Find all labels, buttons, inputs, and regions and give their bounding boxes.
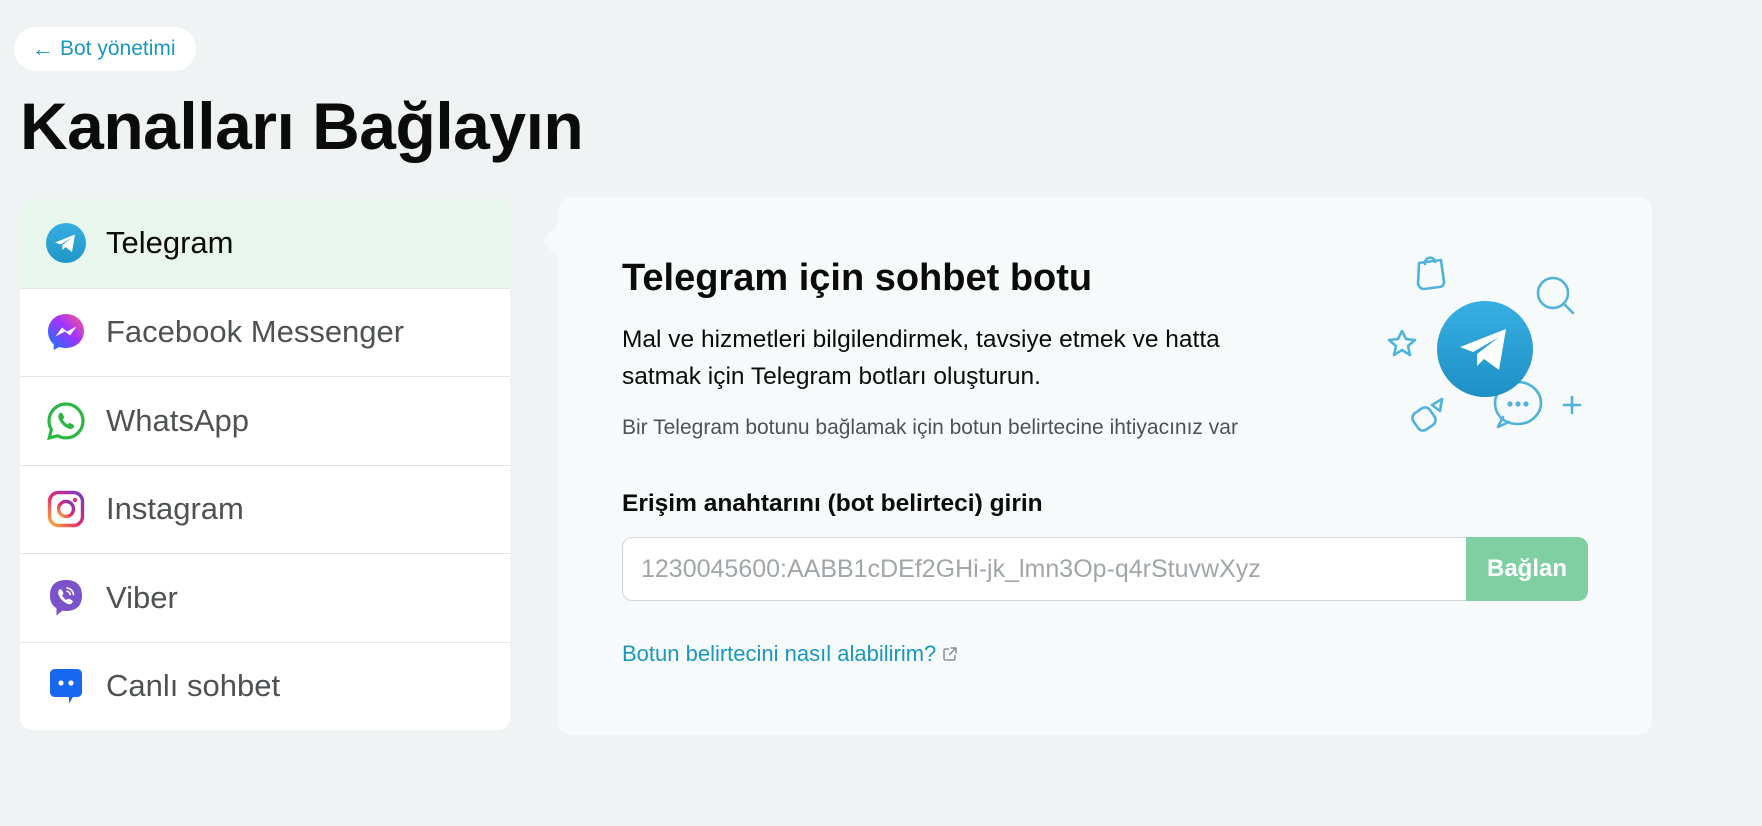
card-description: Mal ve hizmetleri bilgilendirmek, tavsiy… <box>622 326 1220 390</box>
back-link[interactable]: ← Bot yönetimi <box>14 27 196 71</box>
channel-label: WhatsApp <box>106 402 250 438</box>
help-link-label: Botun belirtecini nasıl alabilirim? <box>622 641 937 666</box>
channel-item-instagram[interactable]: Instagram <box>20 464 510 554</box>
live-chat-icon <box>50 669 82 704</box>
channel-item-whatsapp[interactable]: WhatsApp <box>20 376 510 465</box>
channel-setup-card: Telegram için sohbet botu Mal ve hizmetl… <box>542 197 1652 735</box>
token-input-group: Bağlan <box>622 537 1588 601</box>
channel-label: Instagram <box>106 491 244 527</box>
arrow-left-icon: ← <box>32 36 54 61</box>
channel-item-live-chat[interactable]: Canlı sohbet <box>20 641 510 731</box>
instagram-icon <box>47 491 85 528</box>
channel-item-viber[interactable]: Viber <box>20 553 510 642</box>
channel-item-facebook-messenger[interactable]: Facebook Messenger <box>20 287 510 377</box>
channel-label: Telegram <box>106 225 234 261</box>
channel-item-telegram[interactable]: Telegram <box>20 199 510 288</box>
external-link-icon <box>943 647 958 661</box>
messenger-icon <box>48 314 84 351</box>
back-link-label: Bot yönetimi <box>60 37 176 60</box>
bot-token-input[interactable] <box>622 537 1466 601</box>
whatsapp-icon <box>46 402 85 441</box>
page-title: Kanalları Bağlayın <box>20 89 584 163</box>
channel-list: Telegram Facebook Messenger WhatsApp Ins… <box>20 199 510 730</box>
channel-label: Viber <box>106 579 178 615</box>
channel-label: Facebook Messenger <box>106 314 405 350</box>
token-field-label: Erişim anahtarını (bot belirteci) girin <box>622 490 1043 517</box>
card-hint: Bir Telegram botunu bağlamak için botun … <box>622 416 1238 439</box>
card-title: Telegram için sohbet botu <box>622 257 1093 299</box>
viber-icon <box>50 579 82 616</box>
token-help-link[interactable]: Botun belirtecini nasıl alabilirim? <box>622 641 958 667</box>
telegram-illustration-icon <box>1387 256 1582 432</box>
telegram-icon <box>46 223 86 264</box>
connect-button[interactable]: Bağlan <box>1466 537 1588 601</box>
channel-label: Canlı sohbet <box>106 668 281 704</box>
